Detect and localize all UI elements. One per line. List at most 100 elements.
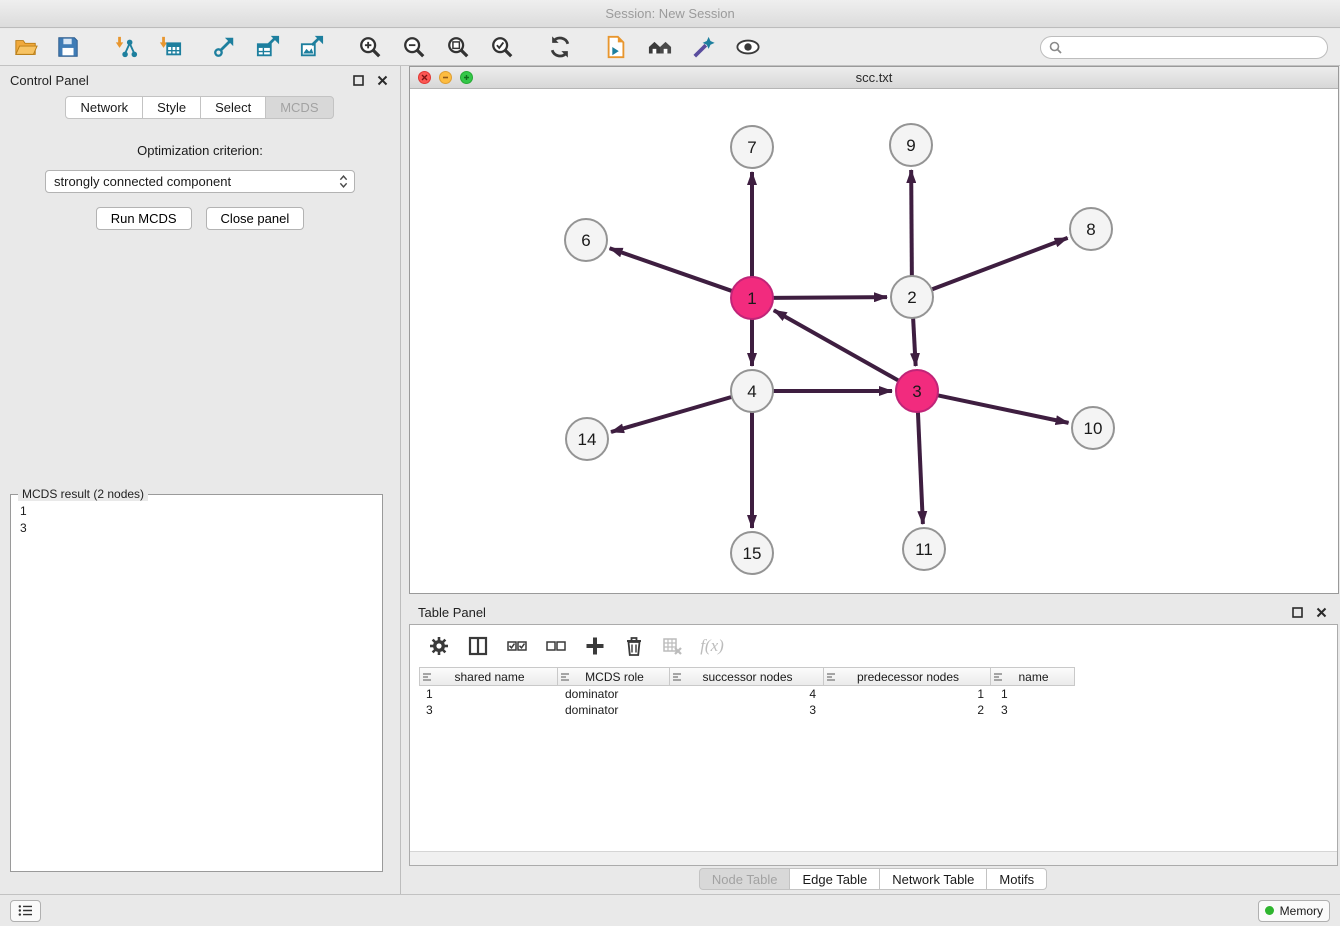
sort-icon xyxy=(420,672,434,682)
refresh-icon[interactable] xyxy=(546,33,574,61)
svg-text:1: 1 xyxy=(747,289,756,308)
float-panel-icon[interactable] xyxy=(350,72,366,88)
tab-network-table[interactable]: Network Table xyxy=(879,868,987,890)
settings-gear-icon[interactable] xyxy=(428,635,450,657)
criterion-select[interactable]: strongly connected component xyxy=(45,170,355,193)
close-panel-icon[interactable] xyxy=(374,72,390,88)
graph-node[interactable]: 15 xyxy=(731,532,773,574)
table-header-row: shared name MCDS role successor nodes pr… xyxy=(419,667,1337,686)
table-row[interactable]: 1 dominator 4 1 1 xyxy=(419,686,1337,702)
cell-mcds-role: dominator xyxy=(558,702,671,718)
mcds-result-box: MCDS result (2 nodes) 1 3 xyxy=(10,494,383,872)
graph-node[interactable]: 4 xyxy=(731,370,773,412)
memory-button[interactable]: Memory xyxy=(1258,900,1330,922)
cell-predecessor-nodes: 2 xyxy=(826,702,994,718)
close-window-icon[interactable] xyxy=(418,71,431,84)
tab-network[interactable]: Network xyxy=(65,96,143,119)
list-icon xyxy=(17,904,34,917)
svg-text:15: 15 xyxy=(743,544,762,563)
minimize-window-icon[interactable] xyxy=(439,71,452,84)
search-icon xyxy=(1049,41,1062,54)
graph-edge[interactable] xyxy=(774,310,899,380)
deselect-all-icon[interactable] xyxy=(545,635,567,657)
zoom-out-icon[interactable] xyxy=(400,33,428,61)
tab-style[interactable]: Style xyxy=(142,96,201,119)
function-builder-icon: f(x) xyxy=(701,635,723,657)
search-input[interactable] xyxy=(1067,41,1319,55)
graph-edge[interactable] xyxy=(932,238,1068,290)
network-window-title: scc.txt xyxy=(856,70,893,85)
home-icon[interactable] xyxy=(646,33,674,61)
export-network-icon[interactable] xyxy=(210,33,238,61)
run-mcds-button[interactable]: Run MCDS xyxy=(96,207,192,230)
search-field[interactable] xyxy=(1040,36,1328,59)
task-history-button[interactable] xyxy=(10,900,41,922)
export-image-icon[interactable] xyxy=(298,33,326,61)
column-header-successor-nodes[interactable]: successor nodes xyxy=(669,667,824,686)
cell-name: 1 xyxy=(994,686,1079,702)
control-panel-title: Control Panel xyxy=(10,73,342,88)
graph-edge[interactable] xyxy=(938,395,1069,423)
column-header-predecessor-nodes[interactable]: predecessor nodes xyxy=(823,667,991,686)
svg-text:4: 4 xyxy=(747,382,756,401)
save-icon[interactable] xyxy=(54,33,82,61)
graph-edge[interactable] xyxy=(911,170,912,276)
network-canvas[interactable]: 7 9 6 8 1 2 4 3 14 10 15 11 xyxy=(410,89,1338,592)
mcds-result-content[interactable]: 1 3 xyxy=(11,495,382,545)
column-header-name[interactable]: name xyxy=(990,667,1075,686)
graph-edge[interactable] xyxy=(611,397,732,432)
add-row-icon[interactable] xyxy=(584,635,606,657)
cell-shared-name: 3 xyxy=(419,702,558,718)
open-folder-icon[interactable] xyxy=(12,33,40,61)
column-visibility-icon[interactable] xyxy=(467,635,489,657)
import-network-icon[interactable] xyxy=(112,33,140,61)
graph-edge[interactable] xyxy=(913,318,916,366)
column-header-mcds-role[interactable]: MCDS role xyxy=(557,667,670,686)
tab-node-table[interactable]: Node Table xyxy=(699,868,791,890)
close-panel-button[interactable]: Close panel xyxy=(206,207,305,230)
tab-mcds[interactable]: MCDS xyxy=(265,96,333,119)
column-header-shared-name[interactable]: shared name xyxy=(419,667,558,686)
eye-icon[interactable] xyxy=(734,33,762,61)
graph-node[interactable]: 9 xyxy=(890,124,932,166)
network-window-titlebar[interactable]: scc.txt xyxy=(410,67,1338,89)
graph-node[interactable]: 2 xyxy=(891,276,933,318)
zoom-fit-icon[interactable] xyxy=(444,33,472,61)
graph-node[interactable]: 3 xyxy=(896,370,938,412)
sort-icon xyxy=(670,672,684,682)
tab-edge-table[interactable]: Edge Table xyxy=(789,868,880,890)
svg-text:11: 11 xyxy=(915,540,933,559)
zoom-window-icon[interactable] xyxy=(460,71,473,84)
mcds-result-line: 3 xyxy=(20,520,373,537)
zoom-selected-icon[interactable] xyxy=(488,33,516,61)
graph-node[interactable]: 6 xyxy=(565,219,607,261)
status-bar: Memory xyxy=(0,894,1340,926)
table-panel-tabs: Node Table Edge Table Network Table Moti… xyxy=(408,868,1339,892)
delete-row-icon[interactable] xyxy=(623,635,645,657)
graph-node[interactable]: 7 xyxy=(731,126,773,168)
graph-edge[interactable] xyxy=(610,248,733,291)
graph-node[interactable]: 8 xyxy=(1070,208,1112,250)
cell-mcds-role: dominator xyxy=(558,686,671,702)
graph-node[interactable]: 11 xyxy=(903,528,945,570)
zoom-in-icon[interactable] xyxy=(356,33,384,61)
close-table-panel-icon[interactable] xyxy=(1313,604,1329,620)
graph-node[interactable]: 14 xyxy=(566,418,608,460)
table-panel-header: Table Panel xyxy=(408,598,1339,626)
float-table-panel-icon[interactable] xyxy=(1289,604,1305,620)
graph-edge[interactable] xyxy=(773,297,887,298)
graph-node[interactable]: 1 xyxy=(731,277,773,319)
tab-select[interactable]: Select xyxy=(200,96,266,119)
graph-node[interactable]: 10 xyxy=(1072,407,1114,449)
graph-edge[interactable] xyxy=(918,412,923,524)
table-horizontal-scrollbar[interactable] xyxy=(410,851,1337,865)
select-all-icon[interactable] xyxy=(506,635,528,657)
copy-document-icon[interactable] xyxy=(602,33,630,61)
control-panel-header: Control Panel xyxy=(0,66,400,94)
tab-motifs[interactable]: Motifs xyxy=(986,868,1047,890)
export-table-icon[interactable] xyxy=(254,33,282,61)
wand-icon[interactable] xyxy=(690,33,718,61)
table-panel-title: Table Panel xyxy=(418,605,1281,620)
import-table-icon[interactable] xyxy=(156,33,184,61)
table-row[interactable]: 3 dominator 3 2 3 xyxy=(419,702,1337,718)
